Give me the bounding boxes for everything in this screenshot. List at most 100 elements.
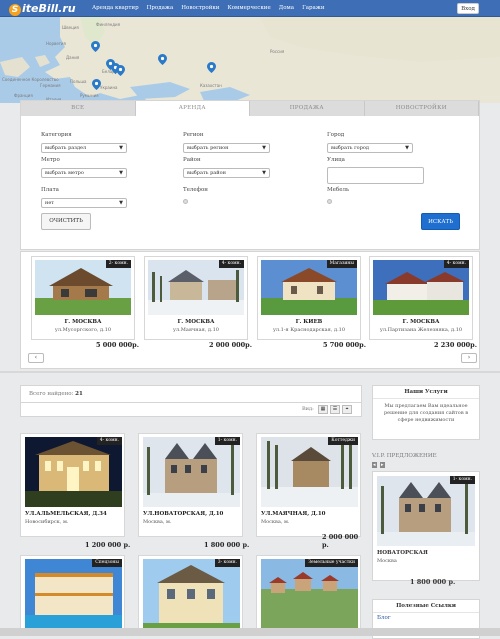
vip-label: V.I.P. ПРЕДЛОЖЕНИЕ — [372, 453, 437, 459]
property-photo: Земельные участки — [261, 559, 358, 636]
vip-location: Москва — [377, 558, 397, 564]
price-select-value: нет — [45, 200, 55, 206]
carousel-card[interactable]: 4- комн. Г. МОСКВА ул.Маячная, д.10 — [144, 256, 248, 340]
property-city: Г. МОСКВА — [177, 319, 215, 325]
region-select[interactable]: выбрать регион ▼ — [183, 143, 270, 153]
nav-item-rent[interactable]: Аренда квартир — [92, 0, 139, 17]
search-button[interactable]: ИСКАТЬ — [421, 213, 460, 230]
street-label: Улица — [327, 157, 345, 163]
map-label-ukraine: Украина — [100, 85, 118, 90]
listing-card[interactable]: 3- комн. — [138, 555, 243, 636]
property-type-badge: Магазины — [326, 260, 357, 268]
map-label-romania: Румыния — [80, 93, 99, 98]
category-label: Категория — [41, 132, 72, 138]
property-type-badge: 4- комн. — [96, 437, 122, 445]
nav-item-houses[interactable]: Дома — [279, 0, 294, 17]
nav-item-garages[interactable]: Гаражи — [302, 0, 324, 17]
map-label-norway: Норвегия — [46, 41, 67, 46]
list-view-icon[interactable]: ☰ — [330, 405, 340, 414]
vip-prev-icon[interactable]: ◂ — [372, 462, 377, 468]
region-select-value: выбрать регион — [187, 145, 229, 151]
map-pin-icon[interactable] — [158, 54, 167, 65]
listing-card[interactable]: Спецзоны — [20, 555, 125, 636]
listing-card[interactable]: 1- комн. УЛ.НОВАТОРСКАЯ, Д.10 Москва, м. — [138, 433, 243, 537]
property-photo: 4- комн. — [373, 260, 469, 315]
tab-sale[interactable]: ПРОДАЖА — [250, 101, 365, 116]
vip-next-icon[interactable]: ▸ — [380, 462, 385, 468]
services-text: Мы предлагаем Вам идеальное решение для … — [383, 403, 469, 423]
listing-card[interactable]: Коттеджи УЛ.МАЯЧНАЯ, Д.10 Москва, м. — [256, 433, 361, 537]
vip-price: 1 800 000 р. — [410, 578, 456, 586]
map-label-poland: Польша — [70, 79, 87, 84]
nav-item-sale[interactable]: Продажа — [147, 0, 174, 17]
login-button[interactable]: Вход — [457, 3, 479, 14]
tab-new-buildings[interactable]: НОВОСТРОЙКИ — [364, 101, 479, 116]
listing-card[interactable]: Земельные участки — [256, 555, 361, 636]
carousel-card[interactable]: 4- комн. Г. МОСКВА ул.Партизана Железняк… — [369, 256, 473, 340]
property-photo: 1- комн. — [143, 437, 240, 507]
phone-label: Телефон — [183, 187, 208, 193]
carousel-next-button[interactable]: › — [461, 353, 477, 363]
property-address: ул.1-я Краснодарская, д.10 — [272, 327, 346, 333]
property-price: 2 230 000р. — [434, 341, 477, 349]
links-title: Полезные Ссылки — [373, 600, 479, 613]
price-label: Плата — [41, 187, 59, 193]
property-address: ул.Партизана Железняка, д.10 — [379, 327, 463, 333]
chevron-down-icon: ▼ — [119, 145, 123, 151]
furniture-checkbox[interactable] — [327, 199, 332, 204]
map-pin-icon[interactable] — [116, 65, 125, 76]
map-pin-icon[interactable] — [207, 62, 216, 73]
property-photo: Коттеджи — [261, 437, 358, 507]
carousel-prev-button[interactable]: ‹ — [28, 353, 44, 363]
view-label: Вид: — [302, 406, 314, 412]
city-select[interactable]: выбрать город ▼ — [327, 143, 413, 153]
clear-button[interactable]: ОЧИСТИТЬ — [41, 213, 91, 230]
horizontal-scrollbar[interactable] — [0, 628, 500, 636]
tab-rent[interactable]: АРЕНДА — [135, 101, 250, 116]
grid-view-icon[interactable]: ▦ — [318, 405, 328, 414]
region-label: Регион — [183, 132, 204, 138]
metro-label: Метро — [41, 157, 60, 163]
map-label-france: Франция — [14, 93, 33, 98]
property-type-badge: 2- комн. — [105, 260, 131, 268]
property-photo: 4- комн. — [148, 260, 244, 315]
carousel-card[interactable]: Магазины Г. КИЕВ ул.1-я Краснодарская, д… — [257, 256, 361, 340]
vip-card[interactable]: 1- комн. НОВАТОРСКАЯ Москва — [372, 471, 480, 581]
results-count: Всего найдено: 21 — [20, 385, 362, 403]
property-type-badge: 4- комн. — [218, 260, 244, 268]
listing-card[interactable]: 4- комн. УЛ.АЛЬМЕЛЬСКАЯ, Д.34 Новосибирс… — [20, 433, 125, 537]
district-select[interactable]: выбрать район ▼ — [183, 168, 270, 178]
property-photo: 2- комн. — [35, 260, 131, 315]
property-city: Г. МОСКВА — [402, 319, 440, 325]
metro-select-value: выбрать метро — [45, 170, 84, 176]
property-map[interactable]: Швеция Финляндия Норвегия Дания Беларусь… — [0, 17, 500, 103]
tab-all[interactable]: ВСЕ — [21, 101, 136, 116]
property-price: 1 800 000 р. — [204, 541, 250, 549]
property-photo: 4- комн. — [25, 437, 122, 507]
phone-checkbox[interactable] — [183, 199, 188, 204]
link-blog[interactable]: Блог — [373, 613, 479, 623]
map-view-icon[interactable]: ⌖ — [342, 405, 352, 414]
search-tabs: ВСЕ АРЕНДА ПРОДАЖА НОВОСТРОЙКИ — [21, 101, 479, 116]
services-box: Наши Услуги Мы предлагаем Вам идеальное … — [372, 385, 480, 440]
carousel-card[interactable]: 2- комн. Г. МОСКВА ул.Мусоргского, д.10 — [31, 256, 135, 340]
logo-text: iteBill.ru — [22, 2, 76, 15]
property-type-badge: Земельные участки — [305, 559, 358, 567]
property-price: 2 000 000р. — [209, 341, 252, 349]
category-select[interactable]: выбрать раздел ▼ — [41, 143, 127, 153]
map-pin-icon[interactable] — [91, 41, 100, 52]
map-label-denmark: Дания — [66, 55, 80, 60]
property-type-badge: 4- комн. — [443, 260, 469, 268]
nav-item-commercial[interactable]: Коммерческие — [227, 0, 270, 17]
map-pin-icon[interactable] — [92, 79, 101, 90]
chevron-down-icon: ▼ — [262, 145, 266, 151]
metro-select[interactable]: выбрать метро ▼ — [41, 168, 127, 178]
property-price: 1 200 000 р. — [85, 541, 131, 549]
nav-item-new-buildings[interactable]: Новостройки — [181, 0, 219, 17]
city-select-value: выбрать город — [331, 145, 369, 151]
street-input[interactable] — [327, 167, 424, 184]
price-select[interactable]: нет ▼ — [41, 198, 127, 208]
site-logo[interactable]: SiteBill.ru — [9, 2, 76, 16]
map-label-russia: Россия — [270, 49, 285, 54]
property-title: УЛ.МАЯЧНАЯ, Д.10 — [261, 511, 326, 517]
